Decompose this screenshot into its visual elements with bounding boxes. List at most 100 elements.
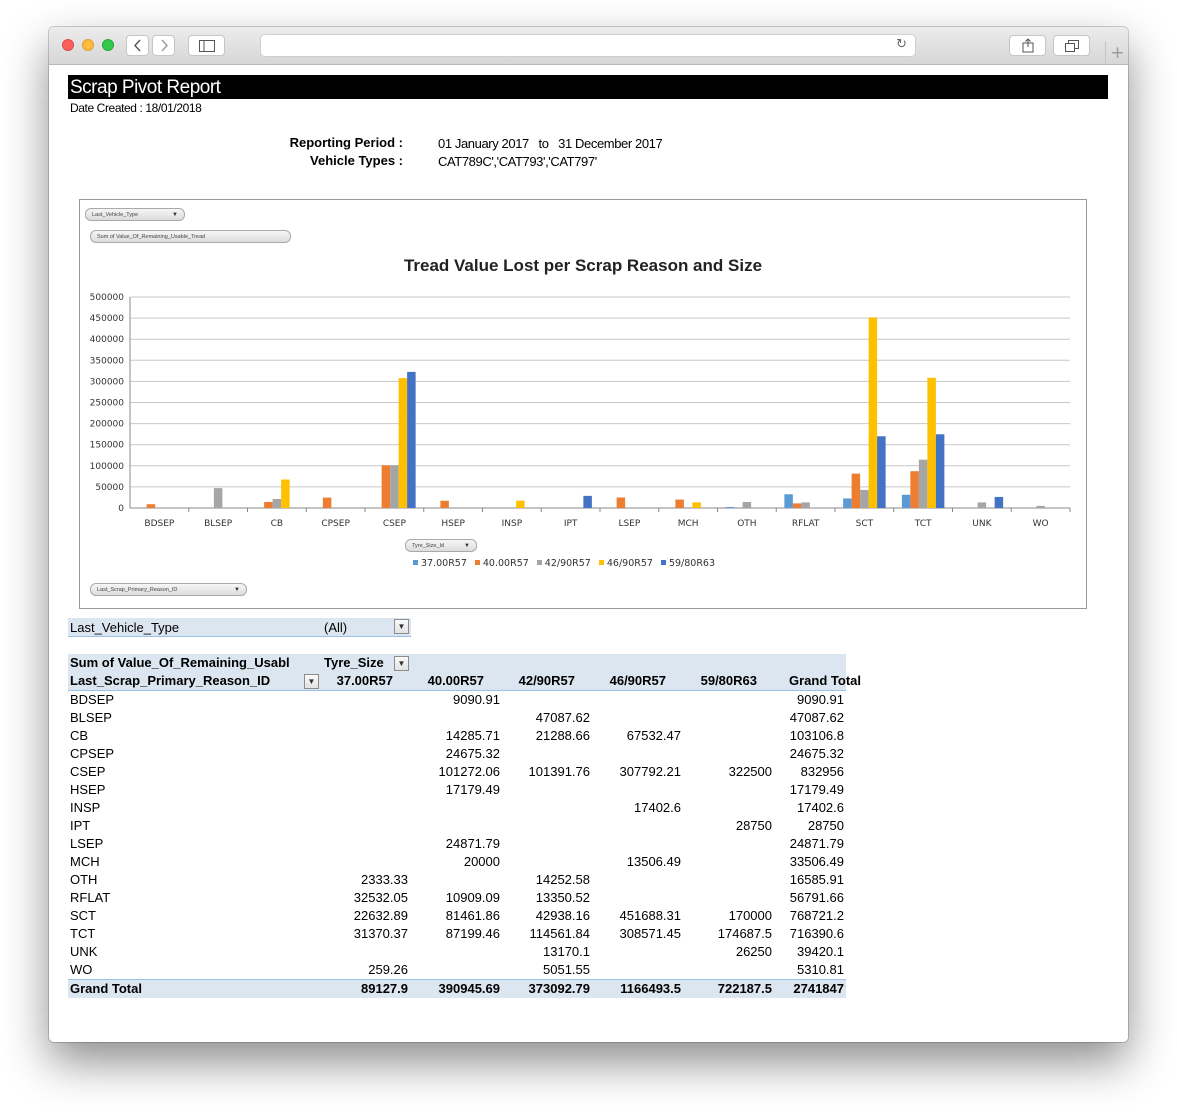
pivot-row: RFLAT 32532.05 10909.09 13350.52 56791.66 bbox=[68, 889, 846, 907]
chart-bar bbox=[901, 494, 911, 508]
y-tick-label: 100000 bbox=[90, 462, 125, 472]
pivot-grand-total-row: Grand Total 89127.9 390945.69 373092.79 1166… bbox=[68, 979, 846, 998]
tabs-button[interactable] bbox=[1053, 35, 1090, 56]
pivot-cell: 716390.6 bbox=[789, 926, 844, 941]
pivot-column-label: 59/80R63 bbox=[700, 673, 757, 688]
chart-plot-area: 0 50000 100000 150000 200000 250000 300000 3500… bbox=[90, 293, 1071, 529]
address-bar[interactable]: ↻ bbox=[260, 34, 916, 57]
dropdown-arrow-icon: ▼ bbox=[464, 543, 470, 549]
pivot-cell: 832956 bbox=[800, 764, 844, 779]
chart-bar bbox=[801, 502, 810, 508]
legend-item: 59/80R63 bbox=[660, 558, 716, 569]
dropdown-arrow-icon: ▼ bbox=[397, 622, 406, 631]
forward-button[interactable] bbox=[152, 35, 175, 56]
x-tick-label: LSEP bbox=[618, 519, 640, 529]
pivot-row: BDSEP 9090.91 9090.91 bbox=[68, 691, 846, 709]
chart-bar bbox=[407, 371, 416, 508]
pivot-grand-total-cell: 89127.9 bbox=[361, 981, 408, 996]
chart-axis-pill[interactable]: Last_Scrap_Primary_Reason_ID ▼ bbox=[90, 583, 247, 596]
legend-label: 59/80R63 bbox=[668, 558, 716, 569]
y-tick-label: 300000 bbox=[90, 377, 125, 387]
pivot-row-label: CB bbox=[70, 728, 89, 743]
chart-bar bbox=[910, 471, 919, 508]
share-button[interactable] bbox=[1009, 35, 1046, 56]
legend-item: 42/90R57 bbox=[536, 558, 591, 569]
browser-window: ↻ + Scrap Pivot Report Date Created : 18… bbox=[49, 27, 1128, 1042]
legend-label: 37.00R57 bbox=[421, 558, 467, 569]
pivot-cell: 5310.81 bbox=[797, 962, 844, 977]
pivot-row: CSEP 101272.06 101391.76 307792.21 322500 832… bbox=[68, 763, 846, 781]
pivot-cell: 87199.46 bbox=[445, 926, 500, 941]
legend-swatch bbox=[660, 560, 666, 565]
pivot-cell: 451688.31 bbox=[619, 908, 681, 923]
chart-bar bbox=[322, 497, 332, 508]
pivot-cell: 14252.58 bbox=[535, 872, 590, 887]
pivot-row: TCT 31370.37 87199.46 114561.84 308571.45 174… bbox=[68, 925, 846, 943]
pivot-row: BLSEP 47087.62 47087.62 bbox=[68, 709, 846, 727]
x-tick-label: BLSEP bbox=[204, 519, 233, 529]
dropdown-arrow-icon: ▼ bbox=[234, 587, 240, 593]
pivot-row: HSEP 17179.49 17179.49 bbox=[68, 781, 846, 799]
x-tick-label: IPT bbox=[564, 519, 578, 529]
pivot-cell: 768721.2 bbox=[789, 908, 844, 923]
pivot-header-row: Sum of Value_Of_Remaining_Usabl Tyre_Siz… bbox=[68, 654, 846, 672]
x-tick-label: HSEP bbox=[441, 519, 465, 529]
chart-bar bbox=[918, 459, 928, 508]
legend-item: 40.00R57 bbox=[474, 558, 529, 569]
chart-bar bbox=[843, 498, 852, 508]
chart-bar bbox=[675, 499, 684, 508]
pivot-row: CB 14285.71 21288.66 67532.47 103106.8 bbox=[68, 727, 846, 745]
pivot-cell: 67532.47 bbox=[626, 728, 681, 743]
legend-swatch bbox=[474, 560, 480, 565]
pivot-cell: 101272.06 bbox=[438, 764, 500, 779]
pivot-cell: 13170.1 bbox=[543, 944, 590, 959]
pivot-cell: 33506.49 bbox=[789, 854, 844, 869]
y-tick-label: 350000 bbox=[90, 356, 125, 366]
pivot-row-label: WO bbox=[70, 962, 93, 977]
chart-bar bbox=[792, 503, 802, 508]
minimize-window-button[interactable] bbox=[82, 39, 94, 51]
back-button[interactable] bbox=[126, 35, 149, 56]
chart-bar bbox=[868, 317, 878, 508]
pivot-cell: 24675.32 bbox=[789, 746, 844, 761]
sidebar-button[interactable] bbox=[188, 35, 225, 56]
x-tick-label: UNK bbox=[972, 519, 992, 529]
pivot-filter-dropdown[interactable]: ▼ bbox=[394, 619, 409, 634]
chart-bar bbox=[213, 488, 223, 508]
pivot-row-label: IPT bbox=[70, 818, 91, 833]
vehicle-types-label: Vehicle Types : bbox=[310, 153, 403, 168]
reload-icon[interactable]: ↻ bbox=[896, 37, 907, 52]
chart-bar bbox=[692, 502, 701, 508]
pivot-grand-total-cell: 390945.69 bbox=[438, 981, 500, 996]
chart-bar bbox=[281, 479, 290, 508]
chart-bar bbox=[877, 436, 886, 508]
pivot-row-label: UNK bbox=[70, 944, 98, 959]
pivot-cell: 9090.91 bbox=[453, 692, 500, 707]
chart-bar bbox=[616, 497, 626, 508]
pivot-row: WO 259.26 5051.55 5310.81 bbox=[68, 961, 846, 979]
pivot-cell: 32532.05 bbox=[353, 890, 408, 905]
pivot-chart: Last_Vehicle_Type ▼ Sum of Value_Of_Remai… bbox=[79, 199, 1087, 609]
chart-bar bbox=[381, 465, 391, 508]
legend-item: 46/90R57 bbox=[598, 558, 653, 569]
pivot-cell: 22632.89 bbox=[353, 908, 408, 923]
chart-bar bbox=[784, 494, 793, 508]
date-created: Date Created : 18/01/2018 bbox=[70, 101, 202, 115]
pivot-grand-total-cell: 373092.79 bbox=[528, 981, 590, 996]
new-tab-button[interactable]: + bbox=[1105, 41, 1128, 64]
pivot-columns-dropdown[interactable]: ▼ bbox=[394, 656, 409, 671]
pivot-row: CPSEP 24675.32 24675.32 bbox=[68, 745, 846, 763]
close-window-button[interactable] bbox=[62, 39, 74, 51]
x-tick-label: TCT bbox=[914, 519, 932, 529]
zoom-window-button[interactable] bbox=[102, 39, 114, 51]
pivot-table: Sum of Value_Of_Remaining_Usabl Tyre_Siz… bbox=[68, 654, 861, 998]
pivot-cell: 20000 bbox=[463, 854, 500, 869]
x-tick-label: BDSEP bbox=[144, 519, 175, 529]
pivot-row: UNK 13170.1 26250 39420.1 bbox=[68, 943, 846, 961]
pivot-cell: 21288.66 bbox=[535, 728, 590, 743]
chart-legend: 37.00R57 40.00R57 42/90R57 46/90R57 59/80R63 bbox=[413, 558, 723, 569]
browser-toolbar: ↻ + bbox=[49, 27, 1128, 65]
pivot-column-label: 42/90R57 bbox=[518, 673, 575, 688]
chart-legend-pill[interactable]: Tyre_Size_Id ▼ bbox=[405, 539, 477, 552]
chart-bar bbox=[994, 496, 1004, 508]
